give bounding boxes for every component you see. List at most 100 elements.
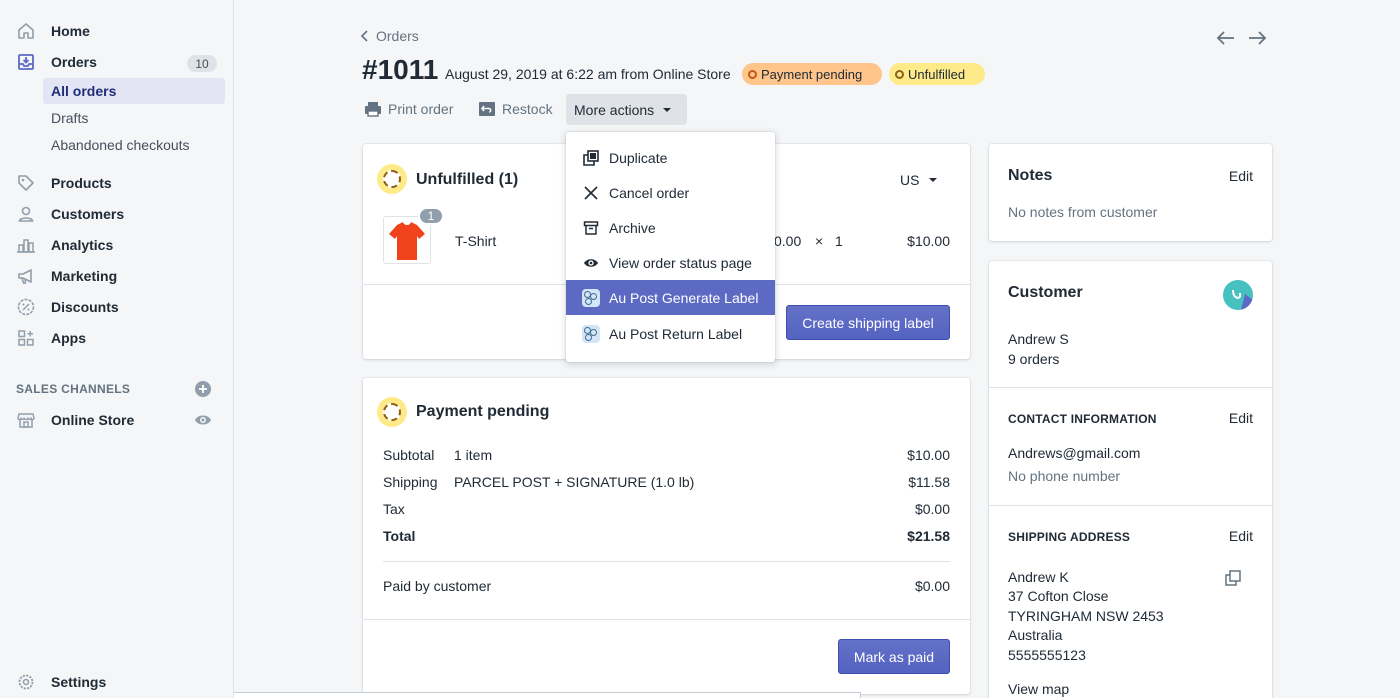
customer-email-link[interactable]: Andrews@gmail.com xyxy=(1008,445,1140,461)
menu-item-label: View order status page xyxy=(609,254,752,271)
menu-item-label: Cancel order xyxy=(609,184,690,201)
back-to-orders-link[interactable]: Orders xyxy=(360,28,419,44)
close-icon xyxy=(582,184,600,202)
chevron-left-icon xyxy=(360,30,370,42)
total-label: Total xyxy=(383,528,416,544)
sidebar-item-products[interactable]: Products xyxy=(0,169,234,197)
restock-label: Restock xyxy=(502,101,553,117)
back-link-label: Orders xyxy=(376,28,419,44)
address-name: Andrew K xyxy=(1008,569,1069,585)
sidebar-subitem-abandoned-checkouts[interactable]: Abandoned checkouts xyxy=(43,132,225,158)
tax-value: $0.00 xyxy=(914,501,950,517)
page-title: #1011 xyxy=(362,54,439,85)
menu-item-archive[interactable]: Archive xyxy=(566,210,775,245)
sidebar: Home Orders 10 All orders Drafts Abandon… xyxy=(0,0,234,698)
menu-item-label: Duplicate xyxy=(609,149,668,166)
person-icon xyxy=(14,202,38,226)
avatar xyxy=(1223,280,1253,310)
add-channel-icon[interactable] xyxy=(194,380,212,398)
divider xyxy=(989,387,1272,388)
sidebar-subitem-all-orders[interactable]: All orders xyxy=(43,78,225,104)
address-line2: TYRINGHAM NSW 2453 xyxy=(1008,608,1164,624)
apps-icon xyxy=(14,326,38,350)
contact-edit-link[interactable]: Edit xyxy=(1229,410,1253,426)
sidebar-item-analytics[interactable]: Analytics xyxy=(0,231,234,259)
total-value: $21.58 xyxy=(907,528,950,544)
sidebar-item-label: Online Store xyxy=(51,412,135,428)
menu-item-cancel-order[interactable]: Cancel order xyxy=(566,175,775,210)
sidebar-subitem-drafts[interactable]: Drafts xyxy=(43,105,225,131)
sidebar-item-marketing[interactable]: Marketing xyxy=(0,262,234,290)
status-dot-icon xyxy=(748,69,757,79)
times-sign: × xyxy=(815,233,824,249)
sidebar-item-label: Orders xyxy=(51,54,97,70)
more-actions-menu: Duplicate Cancel order Archive View orde… xyxy=(566,132,775,362)
sidebar-item-discounts[interactable]: Discounts xyxy=(0,293,234,321)
menu-item-au-post-generate-label[interactable]: Au Post Generate Label xyxy=(566,280,775,315)
menu-item-label: Au Post Return Label xyxy=(609,325,743,342)
customer-title: Customer xyxy=(1008,284,1083,301)
more-actions-button[interactable]: More actions xyxy=(566,94,687,125)
notes-card: Notes Edit No notes from customer xyxy=(989,144,1272,241)
menu-item-au-post-return-label[interactable]: Au Post Return Label xyxy=(566,316,775,351)
subtotal-description: 1 item xyxy=(454,447,493,463)
copy-icon[interactable] xyxy=(1225,570,1241,589)
sidebar-item-apps[interactable]: Apps xyxy=(0,324,234,352)
product-link[interactable]: T-Shirt xyxy=(455,233,496,249)
shipping-label: Shipping xyxy=(383,474,438,490)
order-meta: August 29, 2019 at 6:22 am from Online S… xyxy=(445,66,731,82)
shipping-edit-link[interactable]: Edit xyxy=(1229,528,1253,544)
address-phone: 5555555123 xyxy=(1008,647,1086,663)
sidebar-item-label: Customers xyxy=(51,206,125,222)
location-select[interactable]: US xyxy=(900,172,938,188)
customer-orders-link[interactable]: 9 orders xyxy=(1008,351,1059,367)
sidebar-item-settings[interactable]: Settings xyxy=(0,668,234,696)
unit-price-partial: 0.00 xyxy=(774,233,802,249)
caret-down-icon xyxy=(662,107,672,113)
restock-button[interactable]: Restock xyxy=(478,99,553,119)
customer-phone-text: No phone number xyxy=(1008,468,1121,484)
sidebar-item-home[interactable]: Home xyxy=(0,17,234,45)
location-select-label: US xyxy=(900,172,920,188)
orders-icon xyxy=(14,50,38,74)
address-line1: 37 Cofton Close xyxy=(1008,588,1109,604)
divider xyxy=(383,561,950,562)
payment-status-label: Payment pending xyxy=(761,66,863,82)
menu-item-duplicate[interactable]: Duplicate xyxy=(566,140,775,175)
store-icon xyxy=(14,408,38,432)
paid-by-customer-value: $0.00 xyxy=(914,578,950,594)
subtotal-value: $10.00 xyxy=(907,447,950,463)
menu-item-label: Archive xyxy=(609,219,656,236)
sidebar-item-label: Apps xyxy=(51,330,86,346)
customer-card: Customer Andrew S 9 orders CONTACT INFOR… xyxy=(989,261,1272,698)
sidebar-item-label: Settings xyxy=(51,674,107,690)
payment-status-icon xyxy=(377,397,407,427)
next-order-arrow-icon[interactable] xyxy=(1246,27,1268,49)
sidebar-item-label: Analytics xyxy=(51,237,114,253)
menu-item-view-order-status[interactable]: View order status page xyxy=(566,245,775,280)
quantity-value: 1 xyxy=(835,233,843,249)
contact-information-heading: CONTACT INFORMATION xyxy=(1008,412,1157,426)
tax-label: Tax xyxy=(383,501,405,517)
bottom-panel-edge xyxy=(234,692,861,698)
notes-edit-link[interactable]: Edit xyxy=(1229,168,1253,184)
archive-icon xyxy=(582,219,600,237)
eye-icon[interactable] xyxy=(194,411,212,429)
sidebar-item-customers[interactable]: Customers xyxy=(0,200,234,228)
payment-title: Payment pending xyxy=(416,403,550,420)
sidebar-item-label: Marketing xyxy=(51,268,118,284)
address-country: Australia xyxy=(1008,627,1063,643)
shipping-value: $11.58 xyxy=(908,474,950,490)
notes-empty-text: No notes from customer xyxy=(1008,204,1158,220)
previous-order-arrow-icon[interactable] xyxy=(1215,27,1237,49)
discount-icon xyxy=(14,295,38,319)
mark-as-paid-button[interactable]: Mark as paid xyxy=(838,639,950,674)
print-order-button[interactable]: Print order xyxy=(364,99,453,119)
print-order-label: Print order xyxy=(388,101,454,117)
customer-name-link[interactable]: Andrew S xyxy=(1008,331,1069,347)
shipping-address-heading: SHIPPING ADDRESS xyxy=(1008,530,1131,544)
view-map-link[interactable]: View map xyxy=(1008,681,1069,697)
unfulfilled-status-icon xyxy=(377,164,407,194)
create-shipping-label-button[interactable]: Create shipping label xyxy=(786,305,950,340)
divider xyxy=(363,619,970,620)
